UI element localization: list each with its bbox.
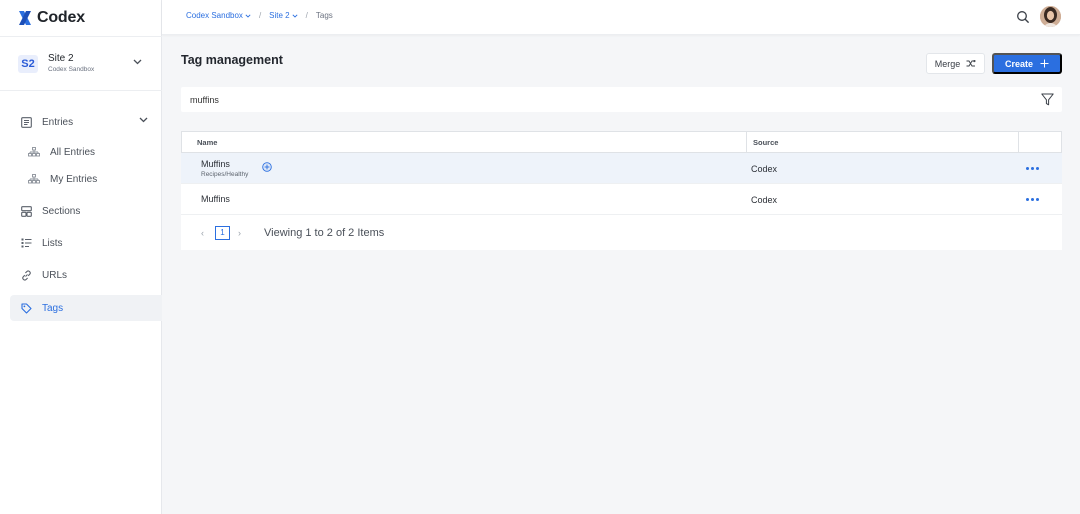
column-header-actions [1019,132,1061,152]
sidebar-item-urls[interactable]: URLs [10,262,162,288]
site-switcher[interactable]: S2 Site 2 Codex Sandbox [0,36,162,91]
site-badge: S2 [18,54,38,73]
link-icon [20,269,32,281]
breadcrumb-site[interactable]: Site 2 [269,11,298,20]
hierarchy-icon [28,146,40,158]
sidebar-item-label: Lists [42,237,63,249]
sidebar-item-label: URLs [42,269,68,281]
tag-source: Codex [751,194,778,205]
more-options-icon[interactable] [1026,196,1040,202]
chevron-down-icon [245,13,251,18]
tag-path: Recipes/Healthy [201,170,249,178]
app-name: Codex [37,9,85,26]
table-row[interactable]: Muffins Recipes/Healthy Codex [181,153,1062,184]
sidebar-item-tags[interactable]: Tags [10,295,162,321]
sidebar-item-label: All Entries [50,146,96,158]
tags-table: Name Source Muffins Recipes/Healthy Code… [181,131,1062,250]
sidebar-item-sections[interactable]: Sections [10,198,162,224]
tag-name: Muffins [201,194,230,204]
table-header: Name Source [181,131,1062,153]
search-input[interactable] [181,87,1021,112]
tag-source: Codex [751,163,778,174]
merge-button[interactable]: Merge [926,53,985,74]
avatar[interactable] [1040,6,1061,27]
breadcrumb-site-label: Site 2 [269,11,290,20]
breadcrumb-org-label: Codex Sandbox [186,11,243,20]
breadcrumb-separator: / [258,11,262,20]
sidebar: Codex S2 Site 2 Codex Sandbox Entries Al… [0,0,162,514]
site-org: Codex Sandbox [48,66,95,73]
merge-button-label: Merge [934,58,961,69]
hierarchy-icon [28,173,40,185]
breadcrumb-org[interactable]: Codex Sandbox [186,11,251,20]
breadcrumb-separator: / [305,11,308,20]
sidebar-item-my-entries[interactable]: My Entries [10,166,162,192]
app-logo[interactable]: Codex [18,8,85,28]
search-icon[interactable] [1016,10,1030,24]
plus-icon [1040,59,1049,68]
sidebar-item-label: Entries [42,116,74,128]
sidebar-item-all-entries[interactable]: All Entries [10,139,162,165]
lists-icon [20,237,32,249]
create-button-label: Create [1004,58,1033,69]
chevron-down-icon [133,59,142,65]
sections-icon [20,205,32,217]
sidebar-item-lists[interactable]: Lists [10,230,162,256]
sidebar-item-label: Sections [42,205,81,217]
create-button[interactable]: Create [992,53,1062,74]
chevron-down-icon [139,117,148,123]
sidebar-item-entries[interactable]: Entries [10,109,162,135]
merge-icon [966,60,977,67]
page-title: Tag management [181,53,283,67]
chevron-left-icon[interactable]: ‹ [201,228,209,238]
column-header-source[interactable]: Source [747,132,1019,152]
column-header-name[interactable]: Name [182,132,747,152]
tag-name: Muffins [201,158,230,169]
chevron-right-icon[interactable]: › [238,228,246,238]
site-name: Site 2 [48,53,74,64]
pagination: ‹ 1 › Viewing 1 to 2 of 2 Items [181,215,1062,250]
tag-icon [20,302,32,314]
more-options-icon[interactable] [1026,165,1040,171]
top-bar: Codex Sandbox / Site 2 / Tags [162,0,1080,35]
breadcrumb-current: Tags [315,11,333,20]
table-row[interactable]: Muffins Codex [181,184,1062,215]
search-bar [181,87,1062,112]
sidebar-item-label: My Entries [50,173,98,185]
chevron-down-icon [292,13,298,18]
sidebar-item-label: Tags [42,302,64,314]
filter-icon[interactable] [1041,93,1054,106]
breadcrumb: Codex Sandbox / Site 2 / Tags [186,11,333,20]
codex-logo-icon [19,11,31,25]
pagination-info: Viewing 1 to 2 of 2 Items [264,226,385,239]
entries-icon [20,116,32,128]
user-avatar-icon [1040,6,1061,27]
add-circle-icon[interactable] [262,162,272,172]
page-number[interactable]: 1 [215,225,230,240]
